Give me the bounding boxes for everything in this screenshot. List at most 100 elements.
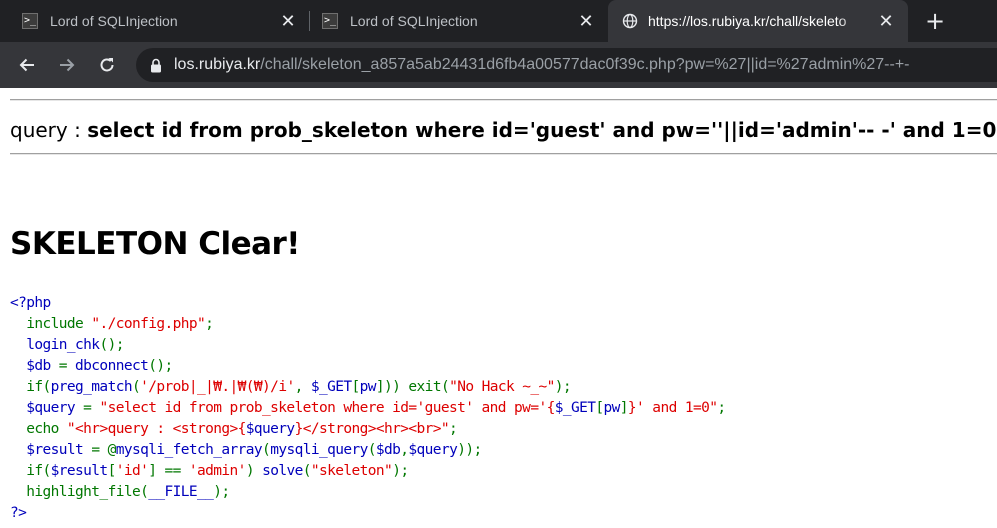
- url-host: los.rubiya.kr: [174, 56, 261, 73]
- code-token: mysqli_query: [270, 442, 368, 458]
- query-line: query : select id from prob_skeleton whe…: [10, 118, 996, 142]
- code-line: $result = @mysqli_fetch_array(mysqli_que…: [10, 440, 726, 461]
- code-token: '/prob|_|₩.|₩(₩)/i': [140, 379, 295, 395]
- code-line: <?php: [10, 293, 726, 314]
- code-token: <?php: [10, 295, 51, 311]
- code-token: dbconnect: [75, 358, 149, 374]
- browser-toolbar: los.rubiya.kr/chall/skeleton_a857a5ab244…: [0, 42, 997, 88]
- code-line: $query = "select id from prob_skeleton w…: [10, 398, 726, 419]
- code-token: ): [245, 463, 263, 479]
- code-token: mysqli_fetch_array: [115, 442, 263, 458]
- tab-title: Lord of SQLInjection: [350, 13, 478, 29]
- code-token: =: [58, 358, 76, 374]
- close-icon[interactable]: ✕: [576, 11, 596, 31]
- code-token: $result: [50, 463, 109, 479]
- code-token: ();: [148, 358, 173, 374]
- code-token: );: [213, 484, 230, 500]
- tab-active-skeleton[interactable]: https://los.rubiya.kr/chall/skeleto ✕: [608, 0, 908, 42]
- terminal-icon: >_: [22, 13, 38, 29]
- code-token: (: [367, 442, 377, 458]
- url-text[interactable]: los.rubiya.kr/chall/skeleton_a857a5ab244…: [174, 56, 910, 74]
- code-line: ?>: [10, 503, 726, 524]
- terminal-icon: >_: [322, 13, 338, 29]
- divider-bottom: [10, 153, 997, 155]
- code-token: [: [107, 463, 117, 479]
- forward-button[interactable]: [52, 50, 82, 80]
- code-token: ;: [449, 421, 458, 437]
- url-path: /chall/skeleton_a857a5ab24431d6fb4a00577…: [260, 56, 910, 73]
- new-tab-button[interactable]: +: [922, 8, 948, 34]
- code-token: echo: [26, 421, 67, 437]
- tab-lord-of-sqlinjection-2[interactable]: >_ Lord of SQLInjection ✕: [312, 0, 608, 42]
- divider-top: [10, 99, 997, 101]
- lock-icon[interactable]: [150, 58, 162, 73]
- query-text: select id from prob_skeleton where id='g…: [87, 118, 997, 142]
- code-token: (: [302, 463, 312, 479]
- code-token: solve: [262, 463, 303, 479]
- code-token: ?>: [10, 505, 27, 521]
- code-token: (: [262, 442, 271, 458]
- code-token: ;: [205, 316, 214, 332]
- address-bar[interactable]: los.rubiya.kr/chall/skeleton_a857a5ab244…: [136, 48, 997, 82]
- code-token: $result: [10, 442, 92, 458]
- code-token: }' and 1=0": [627, 400, 718, 416]
- arrow-right-icon: [60, 58, 75, 72]
- tab-title: https://los.rubiya.kr/chall/skeleto: [648, 13, 847, 29]
- code-token: $db: [10, 358, 59, 374]
- code-line: highlight_file(__FILE__);: [10, 482, 726, 503]
- code-token: "skeleton": [310, 463, 393, 479]
- code-token: "<hr>query : <strong>{: [66, 421, 246, 437]
- code-token: $query: [408, 442, 458, 458]
- code-token: pw: [603, 400, 621, 416]
- code-token: include: [26, 316, 92, 332]
- code-token: );: [554, 379, 572, 395]
- code-token: 'admin': [188, 463, 247, 479]
- code-token: = @: [91, 442, 116, 458]
- tab-title: Lord of SQLInjection: [50, 13, 178, 29]
- close-icon[interactable]: ✕: [278, 11, 298, 31]
- code-token: 'id': [115, 463, 149, 479]
- tab-strip: >_ Lord of SQLInjection ✕ >_ Lord of SQL…: [0, 0, 997, 42]
- code-token: (: [131, 379, 141, 395]
- tab-lord-of-sqlinjection-1[interactable]: >_ Lord of SQLInjection ✕: [12, 0, 310, 42]
- code-token: $query: [10, 400, 84, 416]
- code-token: ])) exit(: [375, 379, 450, 395]
- code-token: ,: [294, 379, 311, 395]
- code-line: if(preg_match('/prob|_|₩.|₩(₩)/i', $_GET…: [10, 377, 726, 398]
- code-token: ));: [457, 442, 482, 458]
- arrow-left-icon: [19, 58, 34, 72]
- code-token: }</strong><hr><br>": [294, 421, 450, 437]
- code-token: "select id from prob_skeleton where id='…: [99, 400, 555, 416]
- reload-icon: [100, 58, 114, 72]
- code-token: login_chk: [10, 337, 100, 353]
- code-token: highlight_file(: [26, 484, 149, 500]
- code-token: =: [83, 400, 100, 416]
- reload-button[interactable]: [92, 50, 122, 80]
- code-token: ;: [717, 400, 726, 416]
- back-button[interactable]: [12, 50, 42, 80]
- code-token: pw: [359, 379, 377, 395]
- php-source-code: <?php include "./config.php"; login_chk(…: [10, 293, 726, 524]
- tab-separator: [309, 11, 310, 31]
- code-line: $db = dbconnect();: [10, 356, 726, 377]
- code-line: login_chk();: [10, 335, 726, 356]
- code-token: $_GET: [554, 400, 596, 416]
- code-line: if($result['id'] == 'admin') solve("skel…: [10, 461, 726, 482]
- code-token: $_GET: [310, 379, 352, 395]
- code-token: $query: [245, 421, 295, 437]
- code-token: preg_match: [50, 379, 133, 395]
- globe-icon: [622, 13, 638, 29]
- code-line: include "./config.php";: [10, 314, 726, 335]
- clear-heading: SKELETON Clear!: [10, 226, 300, 262]
- code-line: echo "<hr>query : <strong>{$query}</stro…: [10, 419, 726, 440]
- code-token: ]: [619, 400, 629, 416]
- code-token: [: [351, 379, 361, 395]
- code-token: ] ==: [148, 463, 189, 479]
- close-icon[interactable]: ✕: [876, 11, 896, 31]
- code-token: "./config.php": [91, 316, 206, 332]
- code-token: if(: [26, 379, 51, 395]
